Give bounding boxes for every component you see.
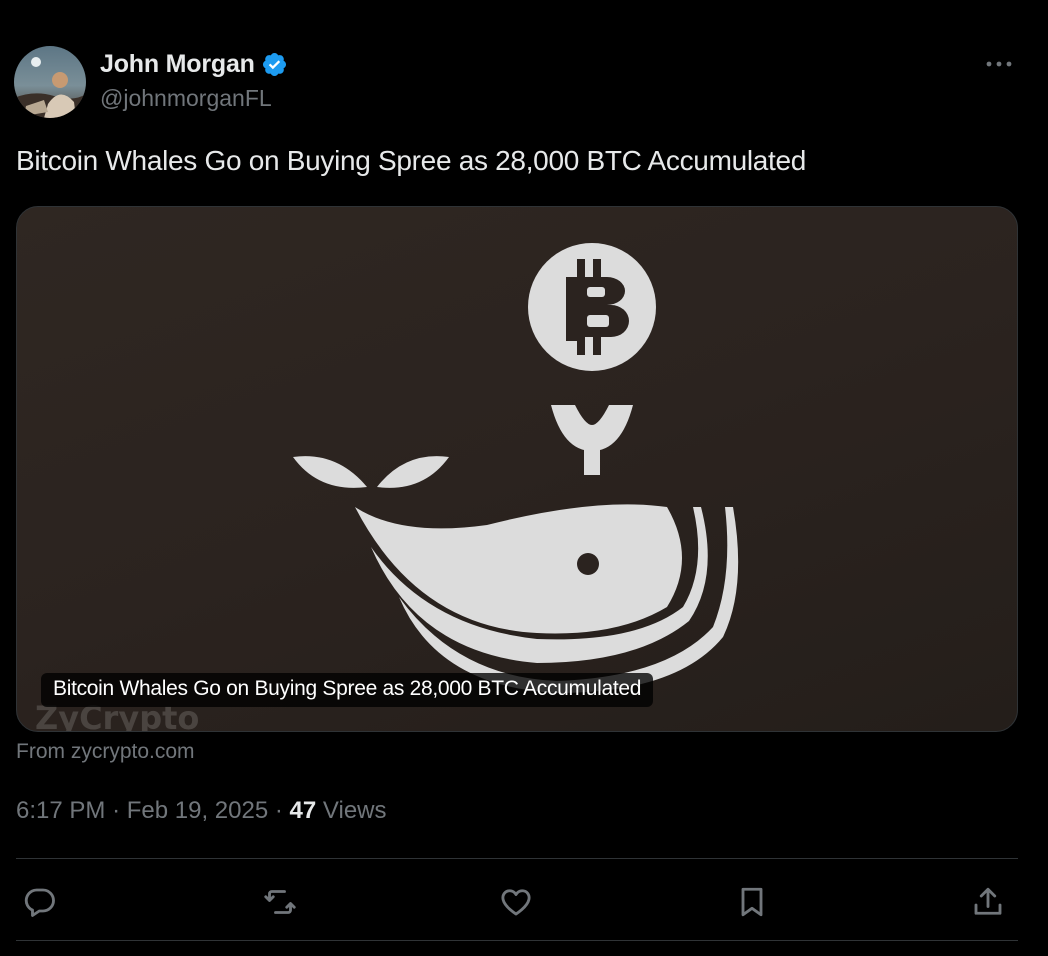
retweet-button[interactable] bbox=[258, 880, 302, 924]
author-handle[interactable]: @johnmorganFL bbox=[100, 85, 288, 112]
tweet-header: John Morgan @johnmorganFL bbox=[14, 46, 288, 118]
views-count: 47 bbox=[289, 797, 317, 824]
tweet-date[interactable]: Feb 19, 2025 bbox=[127, 797, 268, 824]
tweet-time[interactable]: 6:17 PM bbox=[16, 797, 105, 824]
verified-badge-icon[interactable] bbox=[261, 51, 288, 78]
link-card[interactable]: ZyCrypto Bitcoin Whales Go on Buying Spr… bbox=[16, 206, 1018, 732]
heart-icon bbox=[501, 889, 531, 916]
divider bbox=[16, 858, 1018, 859]
author-display-name[interactable]: John Morgan bbox=[100, 50, 255, 79]
bookmark-button[interactable] bbox=[730, 880, 774, 924]
more-options-icon[interactable] bbox=[984, 52, 1014, 76]
share-icon bbox=[974, 887, 1002, 915]
avatar-photo bbox=[14, 46, 86, 118]
card-caption: Bitcoin Whales Go on Buying Spree as 28,… bbox=[41, 673, 654, 707]
name-row: John Morgan bbox=[100, 50, 288, 79]
avatar[interactable] bbox=[14, 46, 86, 118]
whale-bitcoin-illustration: ZyCrypto bbox=[35, 243, 739, 731]
action-bar bbox=[0, 880, 1048, 928]
like-button[interactable] bbox=[494, 880, 538, 924]
tweet: John Morgan @johnmorganFL Bitcoin Whales… bbox=[0, 0, 1048, 956]
tweet-meta: 6:17 PM · Feb 19, 2025 · 47 Views bbox=[16, 797, 387, 825]
views-label: Views bbox=[322, 797, 387, 824]
reply-icon bbox=[24, 888, 55, 917]
retweet-icon bbox=[264, 890, 296, 914]
tweet-text: Bitcoin Whales Go on Buying Spree as 28,… bbox=[16, 145, 807, 176]
share-button[interactable] bbox=[966, 880, 1010, 924]
meta-separator: · bbox=[274, 797, 283, 824]
bookmark-icon bbox=[741, 887, 763, 917]
meta-separator: · bbox=[112, 797, 121, 824]
author-names: John Morgan @johnmorganFL bbox=[100, 50, 288, 112]
divider bbox=[16, 940, 1018, 941]
reply-button[interactable] bbox=[18, 880, 62, 924]
card-source[interactable]: From zycrypto.com bbox=[16, 740, 195, 764]
